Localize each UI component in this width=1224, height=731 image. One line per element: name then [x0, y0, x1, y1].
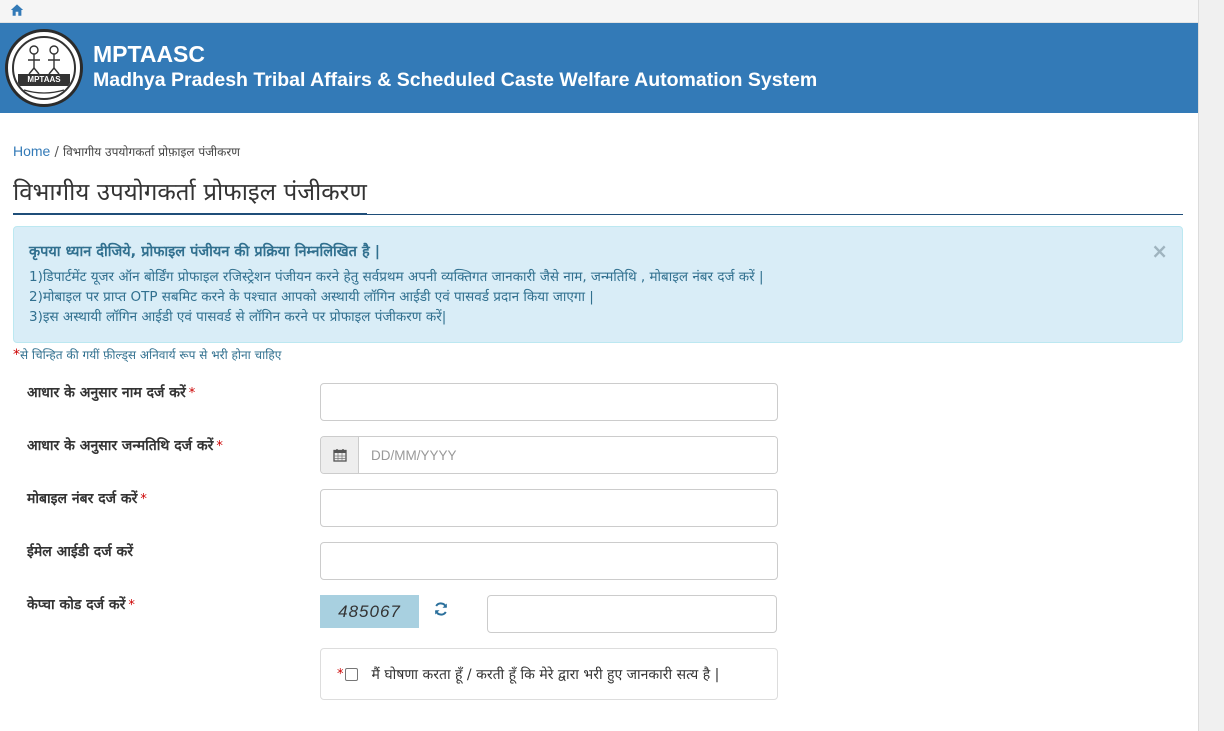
required-star: * [216, 439, 223, 454]
dob-field [320, 436, 778, 474]
title-divider [13, 214, 1183, 215]
captcha-label-text: केप्चा कोड दर्ज करें [27, 597, 126, 613]
alert-line-3: 3)इस अस्थायी लॉगिन आईडी एवं पासवर्ड से ल… [29, 309, 447, 325]
required-star: * [140, 492, 147, 507]
required-fields-note: *से चिन्हित की गयीं फ़ील्ड्स अनिवार्य रू… [13, 346, 281, 363]
declaration-text: मैं घोषणा करता हूँ / करती हूँ कि मेरे द्… [371, 666, 720, 683]
logo-text: MPTAAS [18, 74, 70, 86]
required-star: * [13, 347, 20, 363]
required-note-text: से चिन्हित की गयीं फ़ील्ड्स अनिवार्य रूप… [20, 348, 282, 362]
page-scrollbar-area [1198, 0, 1224, 731]
page-title: विभागीय उपयोगकर्ता प्रोफाइल पंजीकरण [13, 175, 367, 215]
email-label: ईमेल आईडी दर्ज करें [27, 542, 133, 561]
mobile-input[interactable] [320, 489, 778, 527]
top-bar [0, 0, 1198, 23]
breadcrumb-separator: / [54, 145, 59, 160]
captcha-image: 485067 [320, 595, 419, 628]
breadcrumb: Home / विभागीय उपयोगकर्ता प्रोफ़ाइल पंजी… [13, 143, 240, 160]
mobile-label: मोबाइल नंबर दर्ज करें * [27, 489, 147, 508]
required-star: * [128, 598, 135, 613]
breadcrumb-current: विभागीय उपयोगकर्ता प्रोफ़ाइल पंजीकरण [63, 145, 240, 159]
captcha-label: केप्चा कोड दर्ज करें * [27, 595, 135, 614]
email-input[interactable] [320, 542, 778, 580]
declaration-checkbox[interactable] [344, 667, 358, 681]
name-label: आधार के अनुसार नाम दर्ज करें * [27, 383, 195, 402]
logo-emblem: MPTAAS [12, 36, 76, 100]
required-star: * [337, 666, 344, 682]
site-header: MPTAAS MPTAASC Madhya Pradesh Tribal Aff… [0, 23, 1198, 113]
logo[interactable]: MPTAAS [5, 29, 83, 107]
name-input[interactable] [320, 383, 778, 421]
brand-title: MPTAASC [93, 41, 206, 67]
calendar-icon[interactable] [321, 437, 359, 473]
email-label-text: ईमेल आईडी दर्ज करें [27, 544, 133, 560]
dob-input[interactable] [359, 437, 777, 473]
breadcrumb-home-link[interactable]: Home [13, 143, 50, 159]
info-alert: कृपया ध्यान दीजिये, प्रोफाइल पंजीयन की प… [13, 226, 1183, 343]
dob-label-text: आधार के अनुसार जन्मतिथि दर्ज करें [27, 438, 214, 454]
name-label-text: आधार के अनुसार नाम दर्ज करें [27, 385, 186, 401]
mobile-label-text: मोबाइल नंबर दर्ज करें [27, 491, 138, 507]
refresh-icon[interactable] [433, 601, 449, 617]
alert-line-1: 1)डिपार्टमेंट यूजर ऑन बोर्डिंग प्रोफाइल … [29, 269, 764, 285]
home-icon[interactable] [10, 3, 24, 17]
close-icon[interactable]: × [1151, 239, 1168, 263]
alert-heading: कृपया ध्यान दीजिये, प्रोफाइल पंजीयन की प… [29, 244, 381, 260]
brand-subtitle: Madhya Pradesh Tribal Affairs & Schedule… [93, 69, 818, 91]
captcha-input[interactable] [487, 595, 777, 633]
page: MPTAAS MPTAASC Madhya Pradesh Tribal Aff… [0, 0, 1198, 731]
declaration-box: * मैं घोषणा करता हूँ / करती हूँ कि मेरे … [320, 648, 778, 700]
alert-line-2: 2)मोबाइल पर प्राप्त OTP सबमिट करने के पश… [29, 289, 594, 305]
dob-label: आधार के अनुसार जन्मतिथि दर्ज करें * [27, 436, 223, 455]
required-star: * [188, 386, 196, 401]
